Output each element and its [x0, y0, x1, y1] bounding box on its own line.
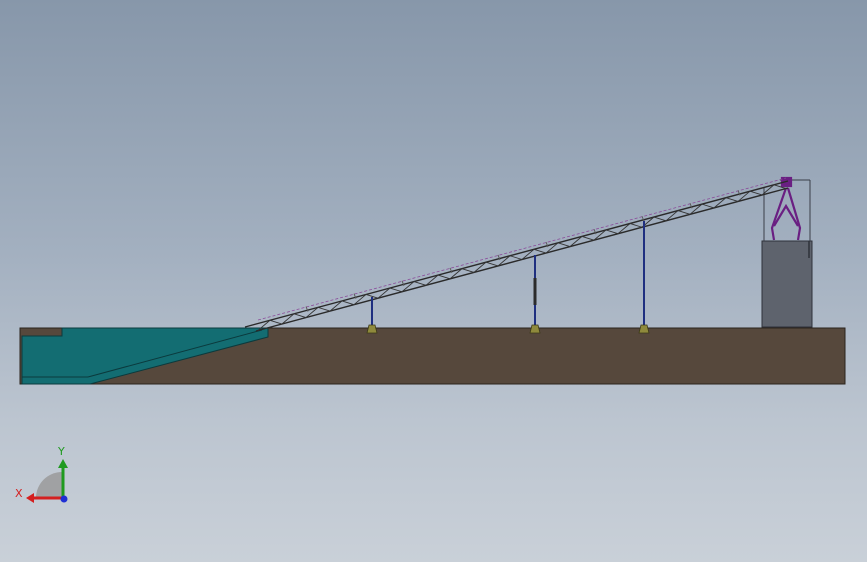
truss-web — [341, 300, 355, 306]
support-3[interactable] — [638, 221, 650, 334]
support-1[interactable] — [366, 297, 378, 334]
truss-web — [581, 235, 595, 241]
coordinate-triad: Y X — [15, 445, 68, 503]
truss-web — [389, 287, 403, 293]
truss-web — [701, 203, 715, 209]
conveyor-truss[interactable] — [244, 177, 789, 332]
x-arrow-head-icon — [26, 493, 34, 503]
truss-web — [461, 268, 475, 273]
model-scene[interactable]: Y X — [0, 0, 867, 562]
graphics-viewport[interactable]: Y X — [0, 0, 867, 562]
truss-web — [269, 319, 283, 325]
truss-web — [677, 210, 691, 215]
z-axis-dot-icon — [60, 495, 68, 503]
truss-web — [653, 216, 667, 222]
triad-plane-icon — [36, 472, 62, 498]
truss-web — [293, 313, 307, 318]
discharge-tower[interactable] — [761, 240, 813, 328]
truss-web — [317, 306, 331, 312]
footing-3 — [638, 324, 650, 334]
x-axis-label: X — [15, 487, 23, 500]
y-axis-label: Y — [57, 445, 65, 458]
footing-1 — [366, 324, 378, 334]
truss-web — [437, 274, 451, 280]
footing-2 — [529, 324, 541, 334]
truss-web — [629, 223, 643, 228]
truss-web — [749, 190, 763, 196]
truss-web — [557, 242, 571, 248]
truss-web — [533, 248, 547, 254]
truss-web — [725, 197, 739, 202]
support-2[interactable] — [529, 255, 541, 334]
y-arrow-head-icon — [58, 459, 68, 468]
truss-web — [605, 229, 619, 235]
truss-web — [413, 281, 427, 286]
truss-web — [485, 261, 499, 267]
truss-web — [509, 255, 523, 260]
head-frame[interactable] — [770, 176, 802, 241]
